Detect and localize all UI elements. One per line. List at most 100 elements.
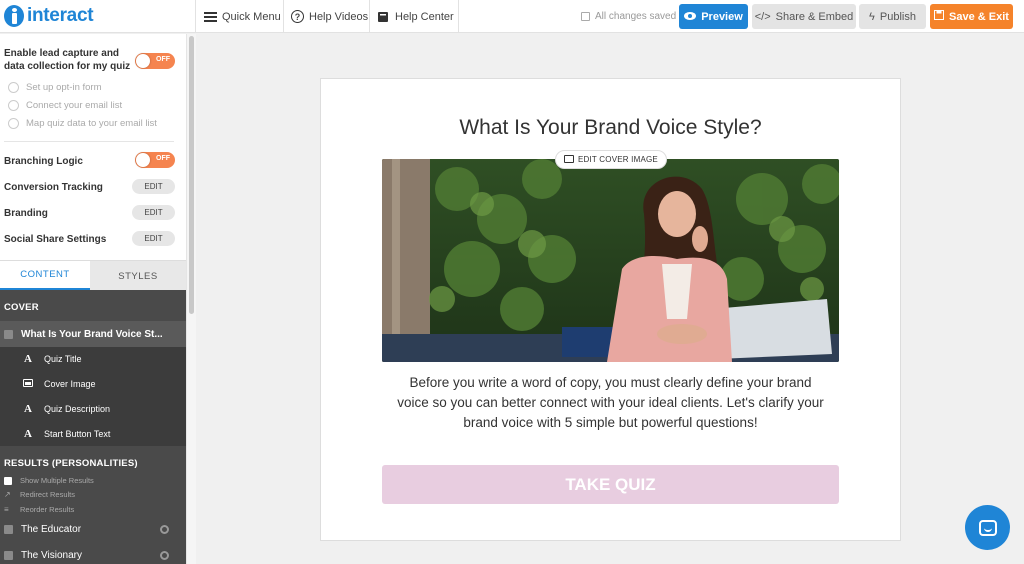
result-label: The Educator xyxy=(21,523,82,535)
sidebar-tabs: CONTENT STYLES xyxy=(0,260,186,291)
tab-styles[interactable]: STYLES xyxy=(90,261,186,291)
quiz-description-item[interactable]: A Quiz Description xyxy=(0,397,186,421)
publish-button[interactable]: ϟ Publish xyxy=(859,4,926,29)
text-icon: A xyxy=(24,403,32,415)
social-share-edit-button[interactable]: EDIT xyxy=(132,231,175,246)
collapse-icon xyxy=(4,329,13,339)
save-status-text: All changes saved xyxy=(595,11,677,22)
sidebar: Enable lead capture and data collection … xyxy=(0,34,186,564)
quiz-description[interactable]: Before you write a word of copy, you mus… xyxy=(393,373,828,433)
logo-text: interact xyxy=(27,5,94,26)
result-item[interactable]: The Educator xyxy=(0,517,186,541)
subitem-label: Cover Image xyxy=(44,379,96,389)
cover-subitems: A Quiz Title Cover Image A Quiz Descript… xyxy=(0,347,186,446)
social-share-label: Social Share Settings xyxy=(4,234,107,245)
cover-image-item[interactable]: Cover Image xyxy=(0,372,186,396)
radio-icon xyxy=(8,81,19,93)
branding-edit-button[interactable]: EDIT xyxy=(132,205,175,220)
subitem-label: Start Button Text xyxy=(44,429,111,439)
question-icon: ? xyxy=(291,10,304,23)
take-quiz-button[interactable]: TAKE QUIZ xyxy=(382,465,839,504)
divider xyxy=(4,141,174,142)
option-label: Map quiz data to your email list xyxy=(26,117,157,129)
logo-icon xyxy=(4,5,24,27)
content-panel: COVER What Is Your Brand Voice St... A Q… xyxy=(0,290,186,564)
radio-icon xyxy=(8,99,19,111)
lead-capture-label: Enable lead capture and data collection … xyxy=(4,48,131,72)
publish-label: Publish xyxy=(879,10,916,23)
map-quiz-data-option[interactable]: Map quiz data to your email list xyxy=(8,116,157,130)
help-center-link[interactable]: Help Center xyxy=(377,0,454,33)
quiz-preview-card: What Is Your Brand Voice Style? EDIT COV… xyxy=(320,78,901,541)
cover-item-label: What Is Your Brand Voice St... xyxy=(21,328,163,340)
result-label: The Visionary xyxy=(21,549,82,561)
scrollbar-thumb[interactable] xyxy=(189,36,194,314)
show-multiple-results-option[interactable]: Show Multiple Results xyxy=(4,476,94,485)
reorder-icon: ≡ xyxy=(4,505,9,514)
quiz-title-item[interactable]: A Quiz Title xyxy=(0,347,186,371)
opt-in-form-option[interactable]: Set up opt-in form xyxy=(8,80,102,94)
lead-capture-toggle[interactable]: OFF xyxy=(135,53,175,69)
result-item[interactable]: The Visionary xyxy=(0,543,186,564)
divider xyxy=(195,0,196,33)
image-icon xyxy=(564,154,574,165)
start-button-text-item[interactable]: A Start Button Text xyxy=(0,422,186,446)
toggle-knob xyxy=(136,153,150,167)
chat-launcher-button[interactable] xyxy=(965,505,1010,550)
save-disk-icon xyxy=(581,12,590,21)
connect-email-option[interactable]: Connect your email list xyxy=(8,98,122,112)
reorder-results-option[interactable]: ≡ Reorder Results xyxy=(4,505,74,514)
conversion-tracking-label: Conversion Tracking xyxy=(4,182,103,193)
image-icon xyxy=(22,378,34,390)
save-exit-label: Save & Exit xyxy=(949,10,1009,23)
subitem-label: Quiz Title xyxy=(44,354,82,364)
cover-photo xyxy=(382,159,839,362)
cover-image[interactable] xyxy=(382,159,839,362)
quick-menu-label: Quick Menu xyxy=(222,10,281,23)
option-label: Reorder Results xyxy=(20,505,75,514)
save-exit-button[interactable]: Save & Exit xyxy=(930,4,1013,29)
toggle-knob xyxy=(136,54,150,68)
gear-icon[interactable] xyxy=(160,524,169,534)
share-embed-button[interactable]: </> Share & Embed xyxy=(752,4,856,29)
conversion-tracking-edit-button[interactable]: EDIT xyxy=(132,179,175,194)
book-icon xyxy=(377,11,390,23)
option-label: Redirect Results xyxy=(20,490,76,499)
help-videos-link[interactable]: ? Help Videos xyxy=(291,0,368,33)
save-icon xyxy=(934,10,945,23)
quick-menu-link[interactable]: Quick Menu xyxy=(204,0,281,33)
gear-icon[interactable] xyxy=(160,550,169,560)
sidebar-scrollbar[interactable] xyxy=(186,34,196,564)
save-status: All changes saved xyxy=(581,0,676,33)
subitem-label: Quiz Description xyxy=(44,404,111,414)
redirect-results-option[interactable]: ↗ Redirect Results xyxy=(4,490,75,499)
toggle-state: OFF xyxy=(156,155,170,162)
code-icon: </> xyxy=(754,10,771,23)
share-embed-label: Share & Embed xyxy=(775,10,854,23)
expand-icon xyxy=(4,524,13,534)
help-center-label: Help Center xyxy=(395,10,454,23)
interact-logo[interactable]: interact xyxy=(4,4,94,28)
lightning-icon: ϟ xyxy=(869,10,875,23)
option-label: Set up opt-in form xyxy=(26,81,102,93)
redirect-icon: ↗ xyxy=(4,490,11,499)
cover-heading: COVER xyxy=(4,302,39,313)
branching-logic-toggle[interactable]: OFF xyxy=(135,152,175,168)
help-videos-label: Help Videos xyxy=(309,10,369,23)
divider xyxy=(369,0,370,33)
tab-content[interactable]: CONTENT xyxy=(0,261,90,291)
results-heading: RESULTS (PERSONALITIES) xyxy=(4,458,138,469)
text-icon: A xyxy=(24,353,32,365)
radio-icon xyxy=(8,117,19,129)
top-bar: interact Quick Menu ? Help Videos Help C… xyxy=(0,0,1024,33)
cover-item[interactable]: What Is Your Brand Voice St... xyxy=(0,321,186,347)
preview-button[interactable]: Preview xyxy=(679,4,748,29)
branching-logic-label: Branching Logic xyxy=(4,156,83,167)
expand-icon xyxy=(4,550,13,560)
chat-icon xyxy=(978,519,997,536)
option-label: Show Multiple Results xyxy=(20,476,94,485)
eye-icon xyxy=(684,11,697,23)
branding-label: Branding xyxy=(4,208,48,219)
quiz-title[interactable]: What Is Your Brand Voice Style? xyxy=(321,116,900,140)
edit-cover-image-button[interactable]: EDIT COVER IMAGE xyxy=(555,150,667,169)
